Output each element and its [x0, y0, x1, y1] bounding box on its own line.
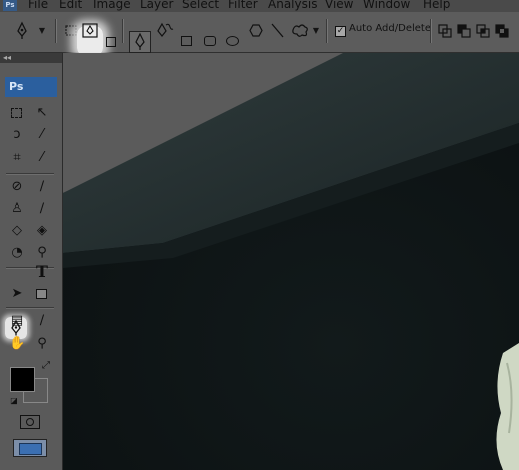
healing-brush-tool-icon[interactable]: ⊘ — [9, 179, 25, 195]
dodge-tool-icon[interactable]: ⚲ — [34, 245, 50, 261]
ellipse-icon[interactable] — [226, 36, 239, 46]
menu-analysis[interactable]: Analysis — [268, 0, 317, 11]
fill-pixels-icon[interactable] — [106, 37, 116, 47]
menu-edit[interactable]: Edit — [59, 0, 82, 11]
history-brush-tool-icon[interactable]: ∕ — [34, 201, 50, 217]
pen-tool-icon[interactable] — [14, 21, 30, 40]
quick-mask-icon[interactable] — [20, 415, 40, 429]
menu-image[interactable]: Image — [93, 0, 131, 11]
tool-preset-dropdown-icon[interactable]: ▼ — [38, 21, 46, 40]
swap-colors-icon[interactable]: ⤢ — [38, 358, 54, 374]
ps-badge[interactable]: Ps — [5, 77, 57, 97]
tools-panel: ◂◂ Ps ↖ ↄ ⁄ ⌗ ⁄ ⊘ ∕ ♙ ∕ ◇ ◈ ◔ ⚲ T ➤ ▤ ∕ … — [0, 53, 63, 470]
brush-tool-icon[interactable]: ∕ — [34, 179, 50, 195]
shape-layers-icon[interactable] — [64, 21, 78, 40]
rectangle-tool-icon[interactable] — [34, 286, 50, 302]
polygon-icon[interactable] — [249, 21, 263, 40]
separator — [55, 19, 57, 43]
menu-filter[interactable]: Filter — [228, 0, 258, 11]
panel-collapse-grip[interactable]: ◂◂ — [0, 53, 62, 63]
menu-help[interactable]: Help — [423, 0, 450, 11]
paths-icon[interactable] — [82, 21, 98, 40]
line-icon[interactable] — [270, 21, 284, 40]
menu-bar: Ps File Edit Image Layer Select Filter A… — [0, 0, 519, 12]
magic-wand-tool-icon[interactable]: ⁄ — [34, 127, 50, 143]
foreground-color-swatch[interactable] — [10, 367, 35, 392]
eyedropper-tool-icon[interactable]: ∕ — [34, 313, 50, 329]
menu-view[interactable]: View — [325, 0, 353, 11]
tools-separator — [6, 307, 54, 309]
auto-add-delete-checkbox[interactable]: ✓ — [335, 26, 346, 37]
freeform-pen-icon[interactable] — [156, 21, 174, 40]
custom-shape-icon[interactable] — [290, 21, 310, 40]
marquee-tool-icon[interactable] — [9, 105, 25, 121]
intersect-path-icon[interactable] — [475, 21, 491, 40]
document-canvas[interactable] — [63, 53, 519, 470]
separator — [326, 19, 328, 43]
rounded-rectangle-icon[interactable] — [204, 36, 216, 46]
subtract-from-path-icon[interactable] — [456, 21, 472, 40]
pen-icon[interactable] — [133, 32, 147, 51]
paint-bucket-tool-icon[interactable]: ◈ — [34, 223, 50, 239]
move-tool-icon[interactable]: ↖ — [34, 105, 50, 121]
screen-mode-button[interactable] — [13, 439, 47, 457]
menu-layer[interactable]: Layer — [140, 0, 173, 11]
separator — [122, 19, 124, 43]
tools-separator — [6, 173, 54, 175]
options-bar: ▼ ▼ ✓ Auto Add/Delete — [0, 12, 519, 56]
separator — [430, 19, 432, 43]
zoom-tool-icon[interactable]: ⚲ — [34, 336, 50, 352]
custom-shape-dropdown-icon[interactable]: ▼ — [312, 21, 320, 40]
eraser-tool-icon[interactable]: ◇ — [9, 223, 25, 239]
lasso-tool-icon[interactable]: ↄ — [9, 127, 25, 143]
exclude-overlap-icon[interactable] — [494, 21, 510, 40]
photoshop-app-icon[interactable]: Ps — [3, 0, 17, 11]
add-to-path-icon[interactable] — [437, 21, 453, 40]
menu-select[interactable]: Select — [182, 0, 219, 11]
rectangle-icon[interactable] — [181, 36, 192, 46]
menu-window[interactable]: Window — [363, 0, 410, 11]
crop-tool-icon[interactable]: ⌗ — [9, 150, 25, 166]
blur-tool-icon[interactable]: ◔ — [9, 245, 25, 261]
menu-file[interactable]: File — [28, 0, 48, 11]
slice-tool-icon[interactable]: ⁄ — [34, 150, 50, 166]
clone-stamp-tool-icon[interactable]: ♙ — [9, 201, 25, 217]
default-colors-icon[interactable]: ◪ — [6, 393, 22, 409]
hand-tool-icon[interactable]: ✋ — [9, 336, 25, 352]
auto-add-delete-label: Auto Add/Delete — [349, 23, 431, 34]
type-tool-icon[interactable]: T — [34, 264, 50, 280]
canvas-image[interactable] — [63, 53, 519, 470]
notes-tool-icon[interactable]: ▤ — [9, 313, 25, 329]
path-selection-tool-icon[interactable]: ➤ — [9, 286, 25, 302]
